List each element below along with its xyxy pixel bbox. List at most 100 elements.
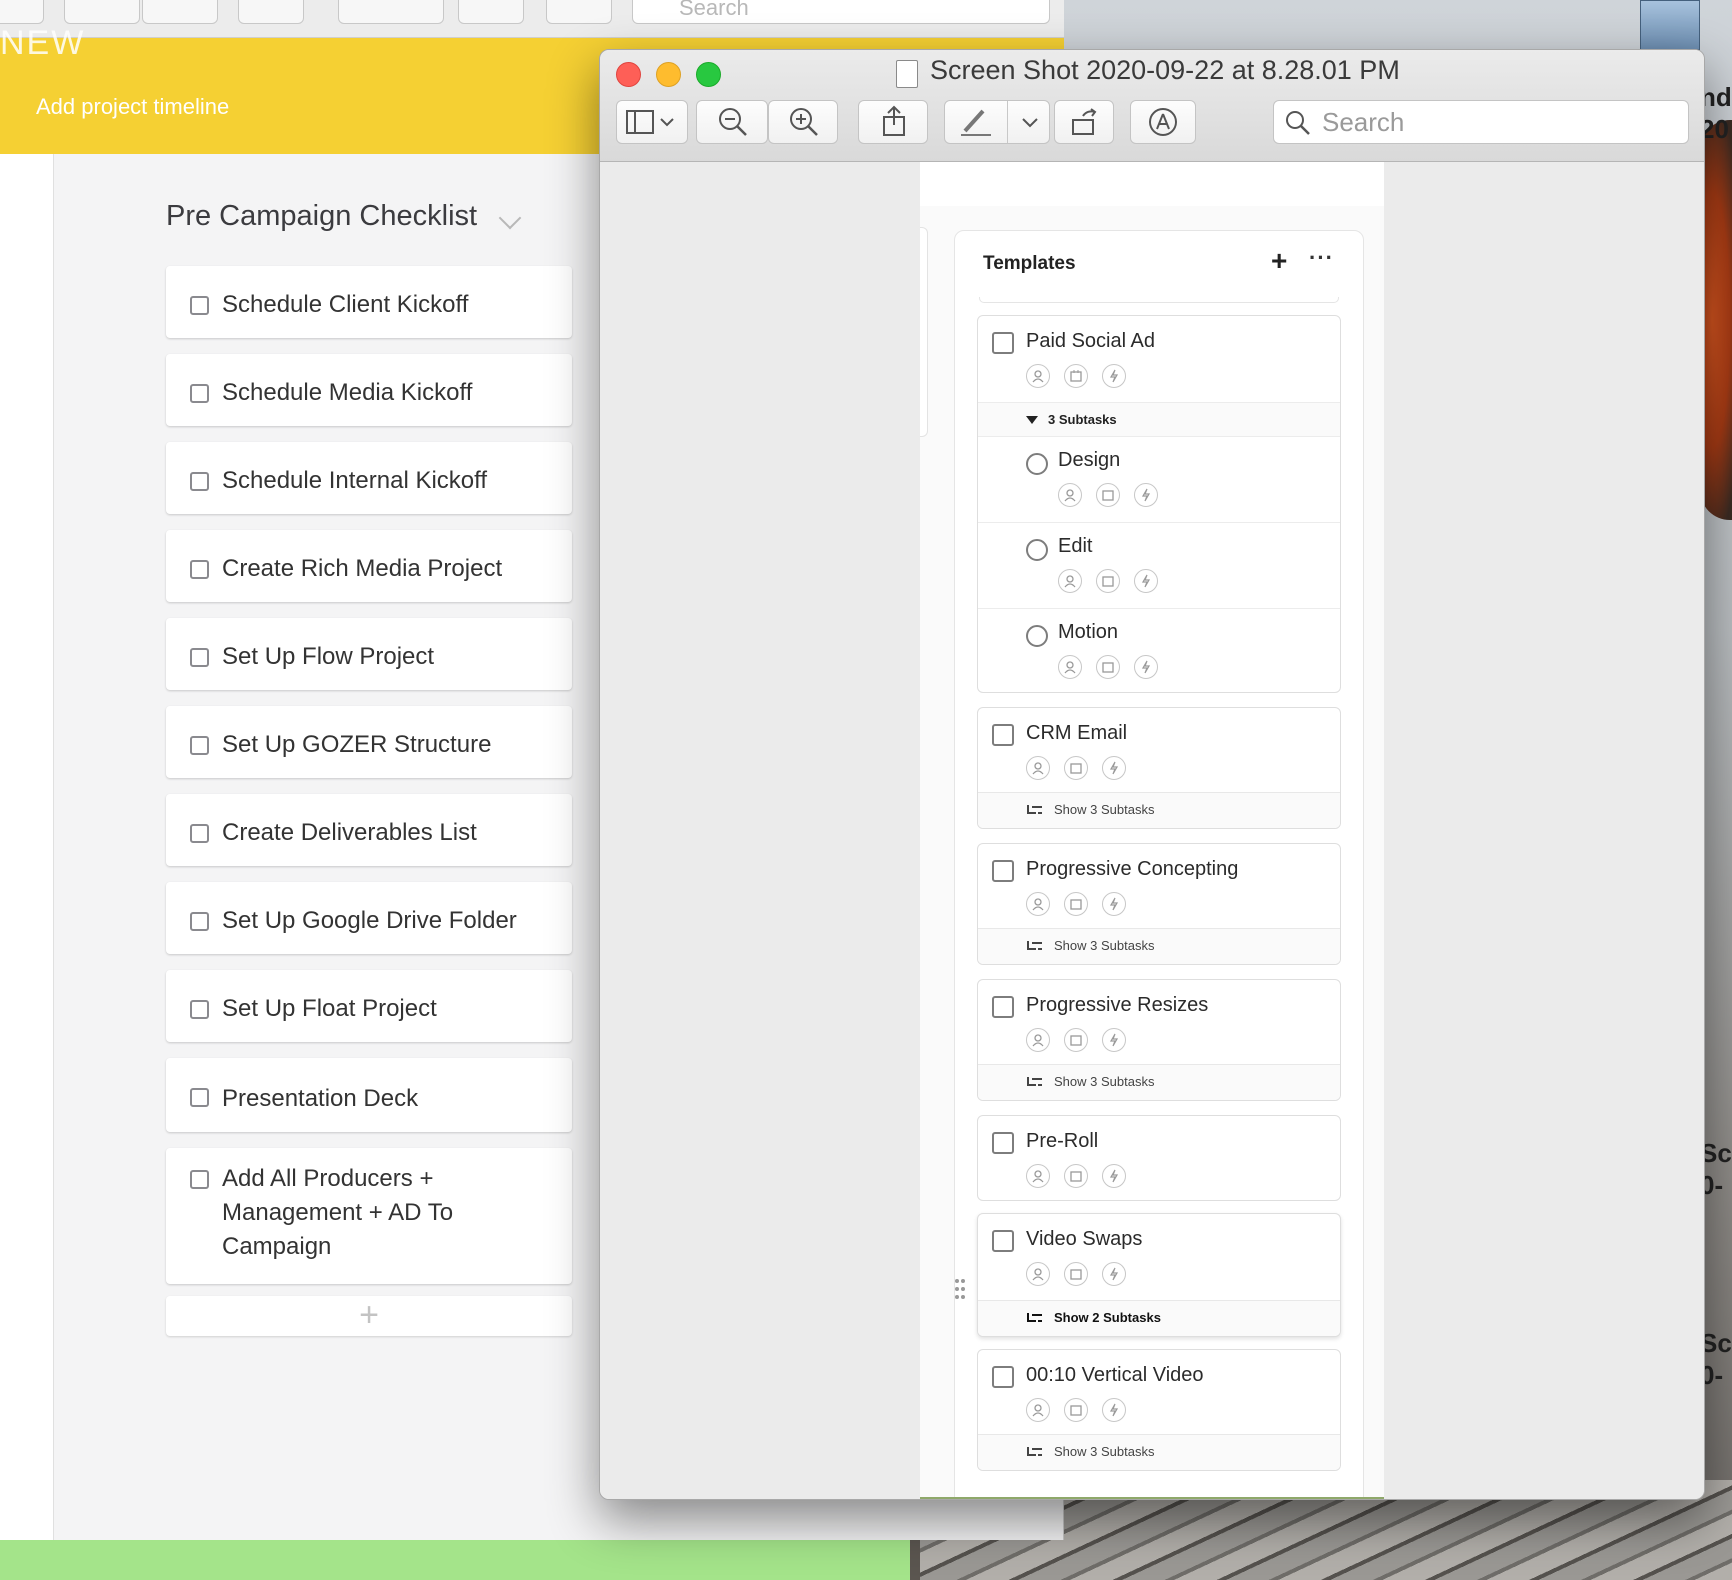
background-search-input[interactable]: Search — [632, 0, 1050, 24]
share-button[interactable] — [858, 100, 928, 144]
calendar-icon[interactable] — [1096, 569, 1120, 593]
bolt-icon[interactable] — [1102, 364, 1126, 388]
calendar-icon[interactable] — [1064, 364, 1088, 388]
calendar-icon[interactable] — [1064, 892, 1088, 916]
template-card[interactable]: Progressive Resizes Show 3 Subtasks — [977, 979, 1341, 1101]
bolt-icon[interactable] — [1134, 569, 1158, 593]
zoom-out-button[interactable] — [696, 100, 768, 144]
search-field[interactable] — [1273, 100, 1689, 144]
zoom-in-button[interactable] — [768, 100, 838, 144]
task-checkbox[interactable] — [190, 912, 209, 931]
task-checkbox[interactable] — [190, 296, 209, 315]
template-card[interactable]: CRM Email Show 3 Subtasks — [977, 707, 1341, 829]
more-options-button[interactable]: ··· — [1309, 245, 1334, 271]
subtask-row[interactable]: Motion — [978, 608, 1340, 692]
user-icon[interactable] — [1026, 1262, 1050, 1286]
sidebar-toggle-button[interactable] — [616, 100, 688, 144]
user-icon[interactable] — [1026, 1164, 1050, 1188]
bolt-icon[interactable] — [1102, 1164, 1126, 1188]
task-card[interactable]: Create Rich Media Project — [166, 530, 572, 602]
drag-handle-icon[interactable] — [953, 1277, 967, 1301]
calendar-icon[interactable] — [1096, 655, 1120, 679]
user-icon[interactable] — [1026, 364, 1050, 388]
show-subtasks-button[interactable]: Show 3 Subtasks — [978, 928, 1340, 964]
template-card[interactable]: Video Swaps Show 2 Subtasks — [977, 1213, 1341, 1337]
template-card[interactable]: 00:10 Vertical Video Show 3 Subtasks — [977, 1349, 1341, 1471]
bolt-icon[interactable] — [1102, 756, 1126, 780]
annotate-button[interactable] — [546, 0, 612, 24]
subtask-row[interactable]: Edit — [978, 522, 1340, 608]
subtask-checkbox[interactable] — [1026, 625, 1048, 647]
minimize-button[interactable] — [656, 62, 681, 87]
markup-button[interactable] — [338, 0, 444, 24]
task-card[interactable]: Set Up Float Project — [166, 970, 572, 1042]
show-subtasks-button[interactable]: Show 3 Subtasks — [978, 792, 1340, 828]
subtasks-toggle[interactable]: 3 Subtasks — [978, 402, 1340, 436]
template-checkbox[interactable] — [992, 332, 1014, 354]
template-checkbox[interactable] — [992, 1132, 1014, 1154]
bolt-icon[interactable] — [1102, 1262, 1126, 1286]
task-card[interactable]: Schedule Client Kickoff — [166, 266, 572, 338]
close-button[interactable] — [616, 62, 641, 87]
subtask-checkbox[interactable] — [1026, 539, 1048, 561]
task-card[interactable]: Presentation Deck — [166, 1058, 572, 1132]
user-icon[interactable] — [1058, 655, 1082, 679]
show-subtasks-button[interactable]: Show 3 Subtasks — [978, 1064, 1340, 1100]
calendar-icon[interactable] — [1096, 483, 1120, 507]
task-checkbox[interactable] — [190, 1088, 209, 1107]
task-checkbox[interactable] — [190, 1170, 209, 1189]
show-subtasks-button[interactable]: Show 2 Subtasks — [978, 1300, 1340, 1336]
bolt-icon[interactable] — [1102, 1398, 1126, 1422]
task-card[interactable]: Set Up Google Drive Folder — [166, 882, 572, 954]
template-card[interactable]: Pre-Roll — [977, 1115, 1341, 1201]
calendar-icon[interactable] — [1064, 1028, 1088, 1052]
calendar-icon[interactable] — [1064, 1398, 1088, 1422]
rotate-button[interactable] — [458, 0, 524, 24]
user-icon[interactable] — [1058, 483, 1082, 507]
task-checkbox[interactable] — [190, 384, 209, 403]
subtask-row[interactable]: Design — [978, 436, 1340, 522]
task-card[interactable]: Add All Producers + Management + AD To C… — [166, 1148, 572, 1284]
task-card[interactable]: Set Up Flow Project — [166, 618, 572, 690]
calendar-icon[interactable] — [1064, 1262, 1088, 1286]
user-icon[interactable] — [1026, 1028, 1050, 1052]
annotate-button[interactable] — [1130, 100, 1196, 144]
template-card[interactable]: Paid Social Ad 3 Subtasks Design Edit Mo… — [977, 315, 1341, 693]
template-checkbox[interactable] — [992, 1366, 1014, 1388]
desktop-file-icon[interactable] — [1640, 0, 1700, 50]
bolt-icon[interactable] — [1102, 892, 1126, 916]
user-icon[interactable] — [1026, 1398, 1050, 1422]
user-icon[interactable] — [1026, 892, 1050, 916]
bolt-icon[interactable] — [1134, 483, 1158, 507]
zoom-button[interactable] — [696, 62, 721, 87]
task-card[interactable]: Schedule Internal Kickoff — [166, 442, 572, 514]
column-title[interactable]: Pre Campaign Checklist — [166, 200, 477, 233]
task-checkbox[interactable] — [190, 824, 209, 843]
task-checkbox[interactable] — [190, 1000, 209, 1019]
task-card[interactable]: Set Up GOZER Structure — [166, 706, 572, 778]
rotate-button[interactable] — [1054, 100, 1114, 144]
task-card[interactable]: Schedule Media Kickoff — [166, 354, 572, 426]
template-checkbox[interactable] — [992, 996, 1014, 1018]
add-project-timeline-link[interactable]: Add project timeline — [36, 94, 229, 120]
calendar-icon[interactable] — [1064, 1164, 1088, 1188]
task-checkbox[interactable] — [190, 560, 209, 579]
bolt-icon[interactable] — [1102, 1028, 1126, 1052]
user-icon[interactable] — [1058, 569, 1082, 593]
sidebar-toggle-button[interactable] — [0, 0, 44, 24]
zoom-out-button[interactable] — [64, 0, 140, 24]
template-checkbox[interactable] — [992, 724, 1014, 746]
search-input[interactable] — [1320, 105, 1670, 139]
add-task-button[interactable]: + — [166, 1296, 572, 1336]
template-checkbox[interactable] — [992, 860, 1014, 882]
template-checkbox[interactable] — [992, 1230, 1014, 1252]
user-icon[interactable] — [1026, 756, 1050, 780]
bolt-icon[interactable] — [1134, 655, 1158, 679]
zoom-in-button[interactable] — [142, 0, 218, 24]
show-subtasks-button[interactable]: Show 3 Subtasks — [978, 1434, 1340, 1470]
markup-button[interactable] — [944, 100, 1050, 144]
template-card[interactable]: Progressive Concepting Show 3 Subtasks — [977, 843, 1341, 965]
task-card[interactable]: Create Deliverables List — [166, 794, 572, 866]
add-template-button[interactable]: + — [1271, 245, 1287, 277]
task-checkbox[interactable] — [190, 648, 209, 667]
